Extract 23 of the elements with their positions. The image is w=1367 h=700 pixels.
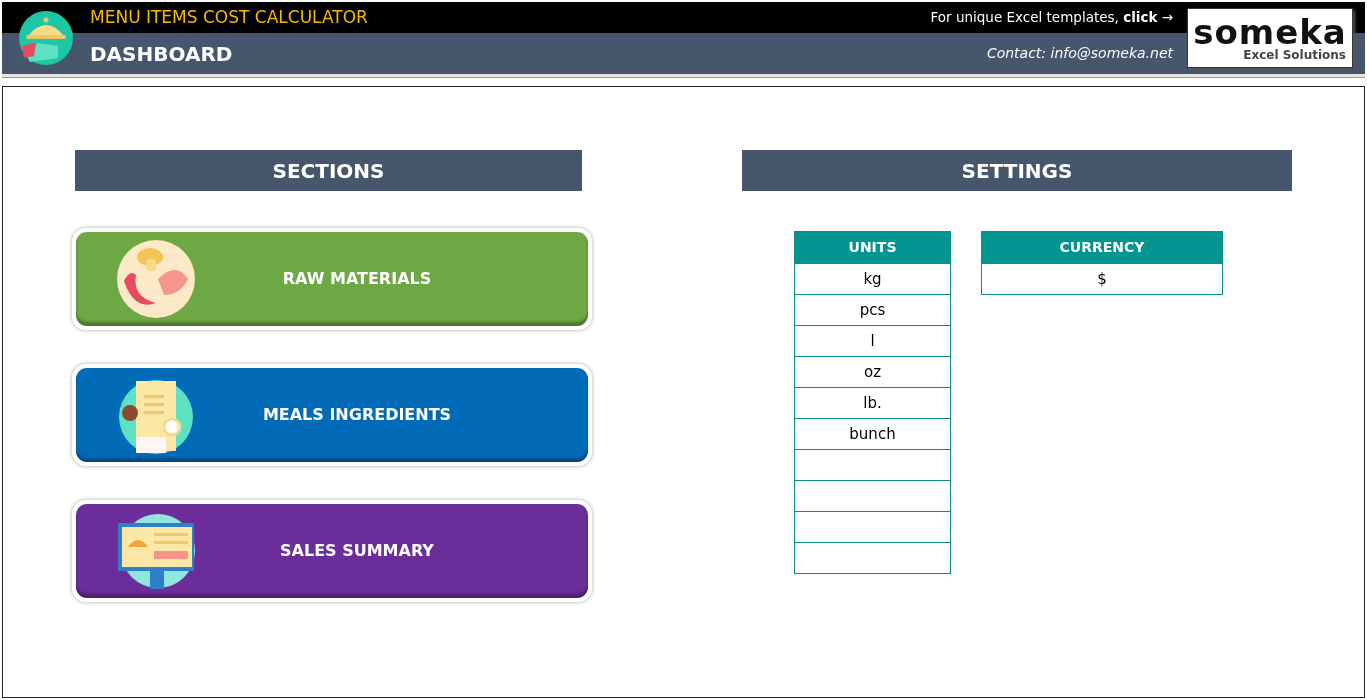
table-header: UNITS	[795, 232, 950, 263]
table-cell[interactable]: l	[795, 325, 950, 356]
page-title: DASHBOARD	[90, 40, 233, 68]
table-cell[interactable]: bunch	[795, 418, 950, 449]
logo-box[interactable]: someka Excel Solutions	[1187, 8, 1353, 68]
table-cell[interactable]: lb.	[795, 387, 950, 418]
section-button[interactable]: SALES SUMMARY	[72, 500, 592, 602]
table-cell[interactable]: pcs	[795, 294, 950, 325]
section-header: SECTIONS	[75, 150, 582, 191]
table-cell[interactable]: kg	[795, 263, 950, 294]
food-icon	[116, 239, 196, 319]
promo-link[interactable]: For unique Excel templates, click →	[930, 7, 1173, 28]
logo-name: someka	[1193, 15, 1347, 49]
contact-text: Contact: info@someka.net	[986, 44, 1173, 63]
table-cell[interactable]: $	[982, 263, 1222, 294]
section-header: SETTINGS	[742, 150, 1292, 191]
table-cell[interactable]: oz	[795, 356, 950, 387]
monitor-icon	[116, 511, 196, 591]
cloche-icon	[18, 10, 74, 66]
logo-tagline: Excel Solutions	[1243, 49, 1346, 61]
table-header: CURRENCY	[982, 232, 1222, 263]
section-button[interactable]: MEALS INGREDIENTS	[72, 364, 592, 466]
app-title: MENU ITEMS COST CALCULATOR	[90, 5, 368, 29]
